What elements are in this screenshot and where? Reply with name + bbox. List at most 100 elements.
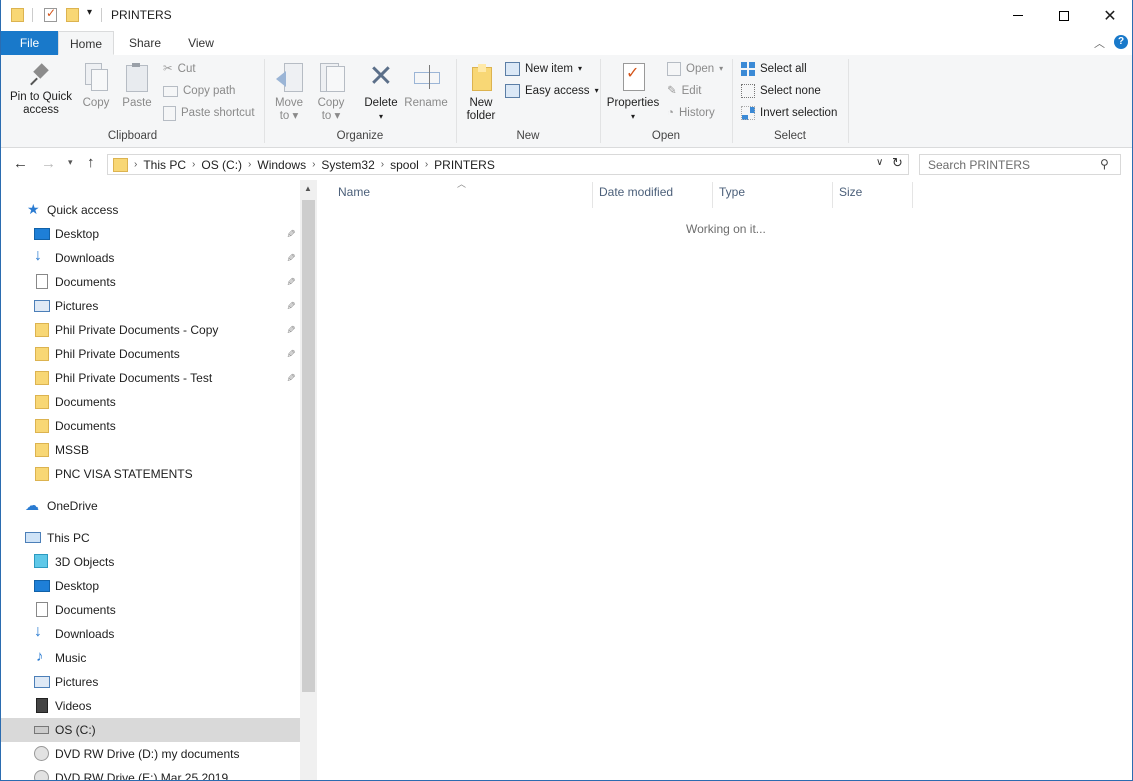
paste-shortcut-button[interactable]: Paste shortcut [163,103,255,123]
nav-quick-item[interactable]: Documents [1,390,300,414]
pin-label-line1: Pin to Quick [10,91,72,103]
copy-path-button[interactable]: Copy path [163,81,235,101]
copy-label: Copy [82,97,110,109]
nav-pc-item[interactable]: ♪ Music [1,646,300,670]
scrollbar-thumb[interactable] [302,200,315,692]
nav-pc-item[interactable]: DVD RW Drive (D:) my documents [1,742,300,766]
nav-pc-item[interactable]: Pictures [1,670,300,694]
folder-icon [113,157,128,172]
properties-button[interactable]: ✓ Properties ▾ [605,63,661,123]
close-button[interactable]: ✕ [1087,0,1132,31]
nav-onedrive[interactable]: ☁ OneDrive [1,494,300,518]
tab-home[interactable]: Home [58,31,114,55]
column-separator[interactable] [712,182,713,208]
select-none-button[interactable]: Select none [741,81,821,101]
navigation-scrollbar[interactable]: ▲ [300,180,317,780]
pin-icon: ✎ [284,228,297,239]
copy-button[interactable]: Copy [79,63,113,110]
recent-locations-dropdown[interactable]: ▾ [68,157,73,168]
nav-quick-item[interactable]: Phil Private Documents - Copy ✎ [1,318,300,342]
nav-quick-item[interactable]: Phil Private Documents ✎ [1,342,300,366]
window-title: PRINTERS [111,8,172,22]
nav-quick-item[interactable]: Desktop ✎ [1,222,300,246]
breadcrumb-separator[interactable]: › [132,159,139,170]
column-header-name[interactable]: Name [338,185,370,207]
column-header-type[interactable]: Type [719,185,745,207]
select-all-button[interactable]: Select all [741,59,807,79]
nav-quick-access[interactable]: ★ Quick access [1,198,300,222]
pin-to-quick-access-button[interactable]: Pin to Quick access [7,63,75,117]
rename-button[interactable]: Rename [403,63,449,110]
easy-access-button[interactable]: Easy access ▾ [505,81,599,101]
delete-button[interactable]: ✕ Delete ▾ [361,62,401,123]
nav-quick-item[interactable]: Phil Private Documents - Test ✎ [1,366,300,390]
tab-share[interactable]: Share [121,31,169,55]
column-separator[interactable] [592,182,593,208]
up-button[interactable]: ↑ [87,154,95,171]
address-dropdown-icon[interactable]: ∨ [876,157,883,168]
open-button[interactable]: Open ▾ [667,59,723,79]
edit-button[interactable]: ✎ Edit [667,81,701,101]
column-header-date-modified[interactable]: Date modified [599,185,673,207]
tab-file[interactable]: File [1,31,58,55]
qat-customize-icon[interactable]: ▾ [87,7,92,18]
paste-button[interactable]: Paste [119,63,155,110]
search-input[interactable]: Search PRINTERS ⚲ [919,154,1121,175]
column-header-size[interactable]: Size [839,185,862,207]
breadcrumb-this-pc[interactable]: This PC [139,158,190,172]
nav-pc-item[interactable]: 3D Objects [1,550,300,574]
minimize-button[interactable] [995,0,1041,31]
tab-view[interactable]: View [177,31,225,55]
minimize-icon [1013,15,1023,16]
breadcrumb-separator[interactable]: › [246,159,253,170]
nav-pc-item[interactable]: DVD RW Drive (E:) Mar 25 2019 [1,766,300,780]
properties-icon: ✓ [622,63,645,91]
scissors-icon: ✂ [163,63,173,75]
nav-quick-item[interactable]: PNC VISA STATEMENTS [1,462,300,486]
move-to-button[interactable]: Move to ▾ [271,63,307,123]
breadcrumb-windows[interactable]: Windows [253,158,310,172]
new-item-button[interactable]: New item ▾ [505,59,582,79]
cut-button[interactable]: ✂ Cut [163,59,196,79]
column-separator[interactable] [832,182,833,208]
nav-quick-item[interactable]: Documents [1,414,300,438]
nav-quick-item[interactable]: ↓ Downloads ✎ [1,246,300,270]
back-button[interactable]: ← [13,155,28,172]
address-bar[interactable]: › This PC › OS (C:) › Windows › System32… [107,154,909,175]
nav-label: Phil Private Documents - Test [55,371,213,385]
properties-qat-icon[interactable]: ✓ [44,6,57,22]
copy-to-button[interactable]: Copy to ▾ [313,63,349,123]
computer-icon [25,532,41,543]
nav-pc-item[interactable]: OS (C:) [1,718,300,742]
breadcrumb-separator[interactable]: › [379,159,386,170]
nav-pc-item[interactable]: Documents [1,598,300,622]
new-folder-button[interactable]: New folder [461,63,501,123]
breadcrumb-system32[interactable]: System32 [317,158,378,172]
breadcrumb-separator[interactable]: › [423,159,430,170]
breadcrumb-separator[interactable]: › [190,159,197,170]
breadcrumb-spool[interactable]: spool [386,158,423,172]
breadcrumb-os-c[interactable]: OS (C:) [197,158,246,172]
nav-pc-item[interactable]: Videos [1,694,300,718]
ribbon-collapse-icon[interactable]: ︿ [1094,35,1105,51]
forward-button[interactable]: → [41,155,56,172]
new-folder-qat-icon[interactable] [66,8,79,22]
nav-quick-item[interactable]: MSSB [1,438,300,462]
nav-pc-item[interactable]: ↓ Downloads [1,622,300,646]
refresh-icon[interactable]: ↻ [892,155,903,171]
select-none-icon [741,84,755,98]
column-separator[interactable] [912,182,913,208]
help-icon[interactable]: ? [1114,35,1128,49]
nav-pc-item[interactable]: Desktop [1,574,300,598]
nav-this-pc[interactable]: This PC [1,526,300,550]
search-icon[interactable]: ⚲ [1100,157,1109,171]
invert-selection-button[interactable]: Invert selection [741,103,837,123]
history-button[interactable]: ◔ History [667,103,715,123]
scroll-up-arrow[interactable]: ▲ [304,184,312,193]
breadcrumb-printers[interactable]: PRINTERS [430,158,499,172]
invert-selection-icon [741,106,755,120]
nav-quick-item[interactable]: Documents ✎ [1,270,300,294]
nav-quick-item[interactable]: Pictures ✎ [1,294,300,318]
maximize-button[interactable] [1041,0,1087,31]
breadcrumb-separator[interactable]: › [310,159,317,170]
